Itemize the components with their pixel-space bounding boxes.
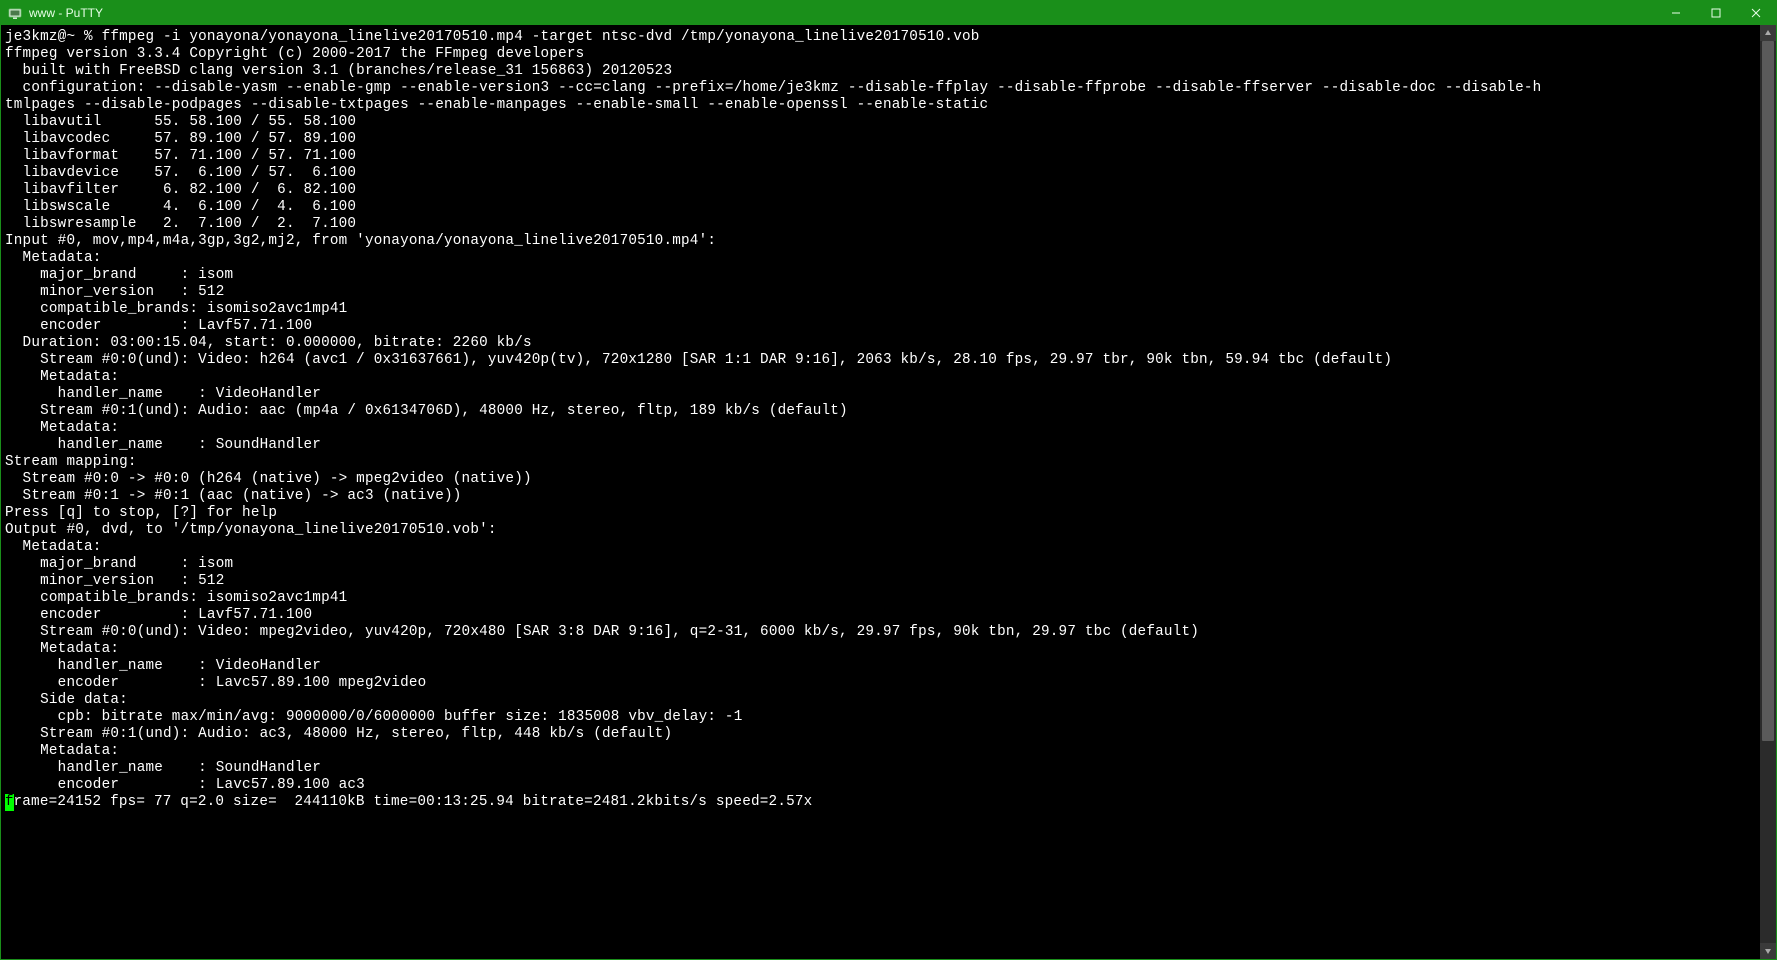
terminal-line: Stream #0:0 -> #0:0 (h264 (native) -> mp…	[5, 471, 1756, 488]
terminal-line: libavformat 57. 71.100 / 57. 71.100	[5, 148, 1756, 165]
titlebar[interactable]: www - PuTTY	[1, 1, 1776, 25]
close-button[interactable]	[1736, 1, 1776, 25]
window-title: www - PuTTY	[29, 5, 103, 22]
scroll-down-button[interactable]	[1760, 943, 1776, 959]
terminal-line: Stream #0:0(und): Video: mpeg2video, yuv…	[5, 624, 1756, 641]
terminal-line: ffmpeg version 3.3.4 Copyright (c) 2000-…	[5, 46, 1756, 63]
terminal-line: libavcodec 57. 89.100 / 57. 89.100	[5, 131, 1756, 148]
terminal-line: Input #0, mov,mp4,m4a,3gp,3g2,mj2, from …	[5, 233, 1756, 250]
terminal-line: Metadata:	[5, 250, 1756, 267]
terminal-line: Metadata:	[5, 539, 1756, 556]
terminal-line: handler_name : VideoHandler	[5, 658, 1756, 675]
putty-icon	[7, 5, 23, 21]
terminal-line: libavdevice 57. 6.100 / 57. 6.100	[5, 165, 1756, 182]
terminal-cursor: f	[5, 794, 14, 811]
terminal-line: Stream #0:0(und): Video: h264 (avc1 / 0x…	[5, 352, 1756, 369]
scroll-thumb[interactable]	[1762, 41, 1774, 741]
terminal-area[interactable]: je3kmz@~ % ffmpeg -i yonayona/yonayona_l…	[1, 25, 1760, 959]
terminal-line: Stream #0:1(und): Audio: aac (mp4a / 0x6…	[5, 403, 1756, 420]
terminal-line: major_brand : isom	[5, 556, 1756, 573]
terminal-line: configuration: --disable-yasm --enable-g…	[5, 80, 1756, 97]
terminal-line: libavfilter 6. 82.100 / 6. 82.100	[5, 182, 1756, 199]
terminal-line: je3kmz@~ % ffmpeg -i yonayona/yonayona_l…	[5, 29, 1756, 46]
terminal-line: built with FreeBSD clang version 3.1 (br…	[5, 63, 1756, 80]
terminal-line: Metadata:	[5, 641, 1756, 658]
terminal-line: encoder : Lavc57.89.100 ac3	[5, 777, 1756, 794]
terminal-line: libswscale 4. 6.100 / 4. 6.100	[5, 199, 1756, 216]
terminal-status-text: rame=24152 fps= 77 q=2.0 size= 244110kB …	[14, 794, 813, 810]
terminal-line: Press [q] to stop, [?] for help	[5, 505, 1756, 522]
terminal-line: Metadata:	[5, 743, 1756, 760]
terminal-line: handler_name : SoundHandler	[5, 760, 1756, 777]
terminal-line: libavutil 55. 58.100 / 55. 58.100	[5, 114, 1756, 131]
terminal-line: libswresample 2. 7.100 / 2. 7.100	[5, 216, 1756, 233]
terminal-line: major_brand : isom	[5, 267, 1756, 284]
terminal-line: Side data:	[5, 692, 1756, 709]
terminal-line: Stream mapping:	[5, 454, 1756, 471]
terminal-line: encoder : Lavc57.89.100 mpeg2video	[5, 675, 1756, 692]
terminal-status-line: frame=24152 fps= 77 q=2.0 size= 244110kB…	[5, 794, 1756, 811]
terminal-line: handler_name : VideoHandler	[5, 386, 1756, 403]
terminal-line: Stream #0:1(und): Audio: ac3, 48000 Hz, …	[5, 726, 1756, 743]
terminal-line: Duration: 03:00:15.04, start: 0.000000, …	[5, 335, 1756, 352]
maximize-button[interactable]	[1696, 1, 1736, 25]
scroll-up-button[interactable]	[1760, 25, 1776, 41]
terminal-line: encoder : Lavf57.71.100	[5, 318, 1756, 335]
terminal-line: Stream #0:1 -> #0:1 (aac (native) -> ac3…	[5, 488, 1756, 505]
scrollbar[interactable]	[1760, 25, 1776, 959]
putty-window: www - PuTTY je3kmz@~ % ffmpeg -i yonayon…	[0, 0, 1777, 960]
terminal-line: cpb: bitrate max/min/avg: 9000000/0/6000…	[5, 709, 1756, 726]
terminal-line: Metadata:	[5, 369, 1756, 386]
terminal-line: encoder : Lavf57.71.100	[5, 607, 1756, 624]
terminal-line: compatible_brands: isomiso2avc1mp41	[5, 301, 1756, 318]
minimize-button[interactable]	[1656, 1, 1696, 25]
terminal-line: handler_name : SoundHandler	[5, 437, 1756, 454]
terminal-line: minor_version : 512	[5, 284, 1756, 301]
terminal-line: tmlpages --disable-podpages --disable-tx…	[5, 97, 1756, 114]
terminal-line: compatible_brands: isomiso2avc1mp41	[5, 590, 1756, 607]
scroll-track[interactable]	[1760, 41, 1776, 943]
terminal-line: Metadata:	[5, 420, 1756, 437]
terminal-line: minor_version : 512	[5, 573, 1756, 590]
terminal-line: Output #0, dvd, to '/tmp/yonayona_lineli…	[5, 522, 1756, 539]
